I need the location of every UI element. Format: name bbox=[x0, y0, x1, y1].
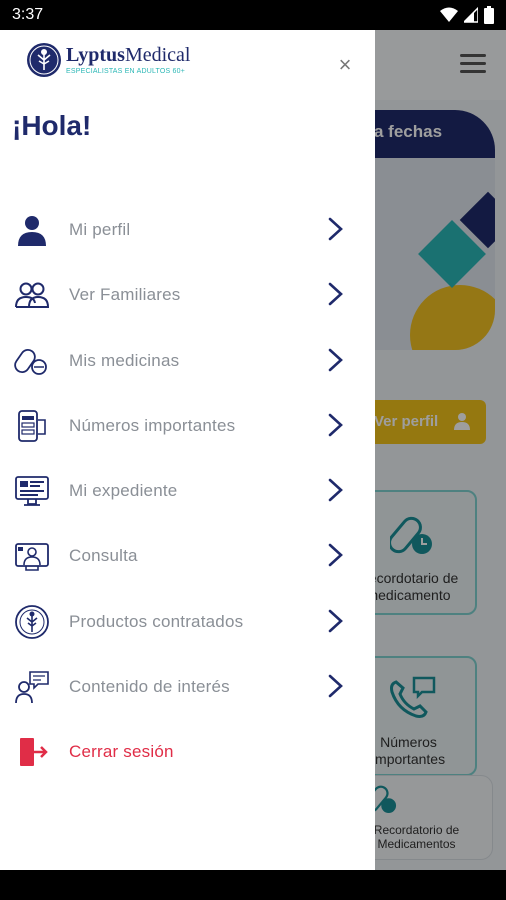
chevron-right-icon bbox=[328, 217, 343, 241]
chevron-right-icon bbox=[328, 348, 343, 371]
logout-icon bbox=[20, 738, 48, 767]
pills-icon bbox=[14, 348, 47, 375]
menu-item-mi-perfil[interactable]: Mi perfil bbox=[0, 198, 375, 263]
logo-name-bold: Lyptus bbox=[66, 44, 125, 66]
lyptus-logo: LyptusMedical ESPECIALISTAS EN ADULTOS 6… bbox=[26, 42, 191, 82]
status-icons bbox=[440, 6, 494, 24]
menu-item-consulta[interactable]: Consulta bbox=[0, 524, 375, 589]
signal-icon bbox=[464, 7, 478, 23]
menu-item-productos-contratados[interactable]: Productos contratados bbox=[0, 590, 375, 655]
phone-list-icon bbox=[18, 409, 46, 442]
drawer-menu: Mi perfil Ver Familiares Mis medicinas N… bbox=[0, 198, 375, 786]
menu-label: Mis medicinas bbox=[69, 350, 180, 370]
family-icon bbox=[15, 282, 50, 309]
lyptus-tree-logo-icon bbox=[27, 43, 61, 77]
status-time: 3:37 bbox=[12, 6, 44, 23]
chevron-right-icon bbox=[328, 413, 343, 437]
status-bar: 3:37 bbox=[0, 0, 506, 30]
menu-item-numeros-importantes[interactable]: Números importantes bbox=[0, 394, 375, 459]
menu-label: Mi perfil bbox=[69, 220, 131, 239]
menu-label: Mi expediente bbox=[69, 481, 178, 501]
chat-person-icon bbox=[15, 671, 49, 704]
wifi-icon bbox=[440, 7, 458, 22]
menu-item-mis-medicinas[interactable]: Mis medicinas bbox=[0, 329, 375, 394]
menu-label: Productos contratados bbox=[69, 611, 244, 631]
logout-label: Cerrar sesión bbox=[69, 742, 174, 762]
menu-item-mi-expediente[interactable]: Mi expediente bbox=[0, 459, 375, 524]
chevron-right-icon bbox=[328, 282, 343, 306]
tree-badge-icon bbox=[15, 604, 49, 639]
menu-item-ver-familiares[interactable]: Ver Familiares bbox=[0, 263, 375, 328]
monitor-record-icon bbox=[15, 476, 49, 507]
menu-item-contenido-de-interes[interactable]: Contenido de interés bbox=[0, 655, 375, 720]
menu-label: Números importantes bbox=[69, 415, 236, 435]
logout-button[interactable]: Cerrar sesión bbox=[0, 720, 375, 785]
navigation-drawer: LyptusMedical ESPECIALISTAS EN ADULTOS 6… bbox=[0, 30, 375, 870]
person-icon bbox=[18, 216, 46, 246]
logo-name-light: Medical bbox=[124, 44, 191, 66]
chevron-right-icon bbox=[328, 674, 343, 698]
logo-tagline: ESPECIALISTAS EN ADULTOS 60+ bbox=[66, 68, 186, 75]
logo-name: LyptusMedical bbox=[66, 44, 190, 67]
chevron-right-icon bbox=[328, 478, 343, 502]
menu-label: Contenido de interés bbox=[69, 677, 230, 697]
close-icon[interactable]: × bbox=[333, 54, 357, 78]
video-consult-icon bbox=[15, 543, 49, 572]
chevron-right-icon bbox=[328, 609, 343, 633]
greeting: ¡Hola! bbox=[12, 110, 92, 141]
menu-label: Consulta bbox=[69, 546, 138, 566]
menu-label: Ver Familiares bbox=[69, 285, 181, 305]
chevron-right-icon bbox=[328, 544, 343, 567]
battery-icon bbox=[484, 6, 494, 24]
